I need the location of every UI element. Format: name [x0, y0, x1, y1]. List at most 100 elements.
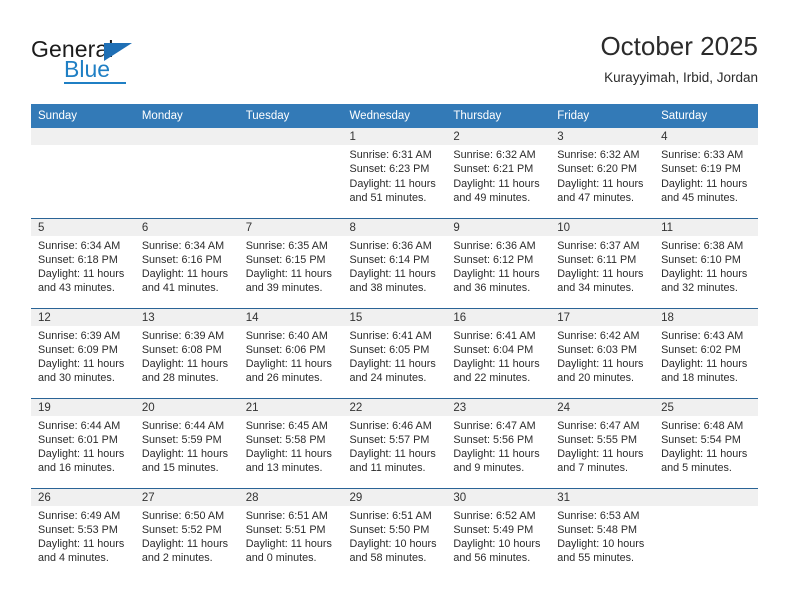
sunset-text: Sunset: 6:09 PM [38, 343, 118, 356]
calendar-day-cell[interactable]: 31 Sunrise: 6:53 AM Sunset: 5:48 PM Dayligh… [550, 487, 655, 578]
sunset-text: Sunset: 5:53 PM [38, 523, 118, 536]
day-number: 19 [31, 398, 135, 416]
day-number: 17 [550, 308, 655, 326]
calendar-day-cell[interactable]: 2 Sunrise: 6:32 AM Sunset: 6:21 PM Daylight… [446, 128, 551, 218]
calendar-week-row: 26 Sunrise: 6:49 AM Sunset: 5:53 PM Dayligh… [31, 487, 758, 579]
calendar-day-cell[interactable]: 9 Sunrise: 6:36 AM Sunset: 6:12 PM Daylight… [446, 217, 551, 308]
calendar-day-cell[interactable]: 7 Sunrise: 6:35 AM Sunset: 6:15 PM Daylight… [238, 217, 343, 308]
day-details: Sunrise: 6:42 AM Sunset: 6:03 PM Daylight:… [550, 326, 654, 386]
cell-inner: 29 Sunrise: 6:51 AM Sunset: 5:50 PM Dayligh… [342, 488, 447, 579]
calendar-day-cell[interactable]: 29 Sunrise: 6:51 AM Sunset: 5:50 PM Dayligh… [342, 487, 447, 579]
daylight-text: Daylight: 11 hours and 22 minutes. [453, 358, 540, 385]
daylight-text: Daylight: 11 hours and 18 minutes. [661, 358, 748, 385]
calendar-day-cell[interactable]: 8 Sunrise: 6:36 AM Sunset: 6:14 PM Daylight… [342, 217, 447, 308]
cell-inner: 12 Sunrise: 6:39 AM Sunset: 6:09 PM Dayligh… [31, 308, 135, 398]
day-number: 27 [134, 488, 239, 506]
calendar-day-cell[interactable]: 20 Sunrise: 6:44 AM Sunset: 5:59 PM Dayligh… [134, 397, 239, 488]
cell-inner: 14 Sunrise: 6:40 AM Sunset: 6:06 PM Dayligh… [238, 308, 343, 398]
calendar-day-cell[interactable]: 4 Sunrise: 6:33 AM Sunset: 6:19 PM Daylight… [654, 128, 758, 218]
sunset-text: Sunset: 6:14 PM [349, 253, 430, 266]
daylight-text: Daylight: 11 hours and 20 minutes. [557, 358, 644, 385]
calendar-day-cell[interactable]: 18 Sunrise: 6:43 AM Sunset: 6:02 PM Dayligh… [654, 307, 758, 398]
logo-text-blue: Blue [64, 56, 111, 82]
cell-inner: 19 Sunrise: 6:44 AM Sunset: 6:01 PM Dayligh… [31, 398, 135, 488]
daylight-text: Daylight: 10 hours and 55 minutes. [557, 538, 645, 565]
day-details: Sunrise: 6:39 AM Sunset: 6:08 PM Daylight:… [135, 326, 239, 386]
sunset-text: Sunset: 6:20 PM [557, 163, 638, 176]
daylight-text: Daylight: 11 hours and 51 minutes. [349, 177, 436, 204]
calendar-day-cell[interactable]: 5 Sunrise: 6:34 AM Sunset: 6:18 PM Daylight… [31, 217, 135, 308]
calendar-day-cell[interactable]: 10 Sunrise: 6:37 AM Sunset: 6:11 PM Dayligh… [550, 217, 655, 308]
calendar-day-cell[interactable]: 21 Sunrise: 6:45 AM Sunset: 5:58 PM Dayligh… [238, 397, 343, 488]
calendar-day-cell[interactable]: 23 Sunrise: 6:47 AM Sunset: 5:56 PM Dayligh… [446, 397, 551, 488]
weekday-header-tuesday: Tuesday [238, 104, 343, 128]
calendar-day-cell[interactable]: 19 Sunrise: 6:44 AM Sunset: 6:01 PM Dayligh… [31, 397, 135, 488]
cell-inner: 26 Sunrise: 6:49 AM Sunset: 5:53 PM Dayligh… [31, 488, 135, 579]
day-number: 18 [654, 308, 758, 326]
day-details: Sunrise: 6:53 AM Sunset: 5:48 PM Daylight:… [550, 506, 654, 566]
sunrise-text: Sunrise: 6:53 AM [557, 509, 640, 522]
daylight-text: Daylight: 11 hours and 49 minutes. [453, 177, 540, 204]
sunset-text: Sunset: 5:54 PM [661, 433, 741, 446]
calendar-day-cell[interactable]: 12 Sunrise: 6:39 AM Sunset: 6:09 PM Dayligh… [31, 307, 135, 398]
calendar-cell-empty [654, 487, 758, 578]
day-number: 4 [654, 128, 758, 145]
daylight-text: Daylight: 11 hours and 2 minutes. [141, 538, 229, 565]
sunset-text: Sunset: 6:23 PM [349, 163, 430, 176]
calendar-day-cell[interactable]: 3 Sunrise: 6:32 AM Sunset: 6:20 PM Daylight… [550, 128, 655, 218]
sunset-text: Sunset: 5:56 PM [453, 433, 534, 446]
day-number: 22 [342, 398, 447, 416]
calendar-day-cell[interactable]: 11 Sunrise: 6:38 AM Sunset: 6:10 PM Dayligh… [654, 217, 758, 308]
sunrise-text: Sunrise: 6:43 AM [661, 329, 744, 342]
sunrise-text: Sunrise: 6:41 AM [453, 329, 536, 342]
sunset-text: Sunset: 6:03 PM [557, 343, 638, 356]
cell-inner: 5 Sunrise: 6:34 AM Sunset: 6:18 PM Daylight… [31, 218, 135, 308]
cell-inner: 23 Sunrise: 6:47 AM Sunset: 5:56 PM Dayligh… [446, 398, 551, 488]
calendar-day-cell[interactable]: 1 Sunrise: 6:31 AM Sunset: 6:23 PM Daylight… [342, 128, 447, 218]
cell-inner: 2 Sunrise: 6:32 AM Sunset: 6:21 PM Daylight… [446, 128, 551, 218]
calendar-day-cell[interactable]: 17 Sunrise: 6:42 AM Sunset: 6:03 PM Dayligh… [550, 307, 655, 398]
day-number: 23 [446, 398, 551, 416]
calendar-day-cell[interactable]: 27 Sunrise: 6:50 AM Sunset: 5:52 PM Dayligh… [134, 487, 239, 578]
sunset-text: Sunset: 5:49 PM [453, 523, 534, 536]
day-number: 7 [238, 218, 343, 236]
daylight-text: Daylight: 11 hours and 9 minutes. [453, 448, 540, 475]
day-number: 5 [31, 218, 135, 236]
sunset-text: Sunset: 6:06 PM [245, 343, 326, 356]
sunset-text: Sunset: 6:21 PM [453, 163, 534, 176]
calendar-day-cell[interactable]: 13 Sunrise: 6:39 AM Sunset: 6:08 PM Dayligh… [134, 307, 239, 398]
daylight-text: Daylight: 11 hours and 0 minutes. [245, 538, 332, 565]
sunrise-text: Sunrise: 6:52 AM [453, 509, 536, 522]
sunset-text: Sunset: 6:04 PM [453, 343, 534, 356]
calendar-day-cell[interactable]: 16 Sunrise: 6:41 AM Sunset: 6:04 PM Dayligh… [446, 307, 551, 398]
day-number: 16 [446, 308, 551, 326]
daylight-text: Daylight: 10 hours and 58 minutes. [349, 538, 437, 565]
calendar-day-cell[interactable]: 22 Sunrise: 6:46 AM Sunset: 5:57 PM Dayligh… [342, 397, 447, 488]
sunrise-text: Sunrise: 6:49 AM [38, 509, 121, 522]
calendar-day-cell[interactable]: 24 Sunrise: 6:47 AM Sunset: 5:55 PM Dayligh… [550, 397, 655, 488]
day-number: 25 [654, 398, 758, 416]
daylight-text: Daylight: 11 hours and 28 minutes. [141, 358, 229, 385]
calendar-day-cell[interactable]: 15 Sunrise: 6:41 AM Sunset: 6:05 PM Dayligh… [342, 307, 447, 398]
day-details: Sunrise: 6:45 AM Sunset: 5:58 PM Daylight:… [239, 416, 343, 476]
calendar-day-cell[interactable]: 28 Sunrise: 6:51 AM Sunset: 5:51 PM Dayligh… [238, 487, 343, 578]
sunrise-text: Sunrise: 6:39 AM [141, 329, 225, 342]
day-details: Sunrise: 6:43 AM Sunset: 6:02 PM Daylight:… [654, 326, 758, 386]
sunrise-text: Sunrise: 6:51 AM [349, 509, 432, 522]
calendar-day-cell[interactable]: 26 Sunrise: 6:49 AM Sunset: 5:53 PM Dayligh… [31, 487, 135, 579]
calendar-week-row: 12 Sunrise: 6:39 AM Sunset: 6:09 PM Dayligh… [31, 307, 758, 398]
cell-inner: 22 Sunrise: 6:46 AM Sunset: 5:57 PM Dayligh… [342, 398, 447, 488]
day-number [238, 128, 343, 145]
cell-inner: 6 Sunrise: 6:34 AM Sunset: 6:16 PM Daylight… [134, 218, 239, 308]
weekday-header-row: Sunday Monday Tuesday Wednesday Thursday… [31, 104, 758, 128]
calendar-day-cell[interactable]: 14 Sunrise: 6:40 AM Sunset: 6:06 PM Dayligh… [238, 307, 343, 398]
calendar-day-cell[interactable]: 6 Sunrise: 6:34 AM Sunset: 6:16 PM Daylight… [134, 217, 239, 308]
calendar-week-row: 19 Sunrise: 6:44 AM Sunset: 6:01 PM Dayligh… [31, 397, 758, 488]
calendar-day-cell[interactable]: 25 Sunrise: 6:48 AM Sunset: 5:54 PM Dayligh… [654, 397, 758, 488]
daylight-text: Daylight: 11 hours and 4 minutes. [38, 538, 125, 565]
calendar-day-cell[interactable]: 30 Sunrise: 6:52 AM Sunset: 5:49 PM Dayligh… [446, 487, 551, 578]
sunset-text: Sunset: 6:16 PM [141, 253, 222, 266]
general-blue-logo[interactable]: General Blue [31, 36, 201, 86]
cell-inner: 3 Sunrise: 6:32 AM Sunset: 6:20 PM Daylight… [550, 128, 655, 218]
sunset-text: Sunset: 6:02 PM [661, 343, 741, 356]
